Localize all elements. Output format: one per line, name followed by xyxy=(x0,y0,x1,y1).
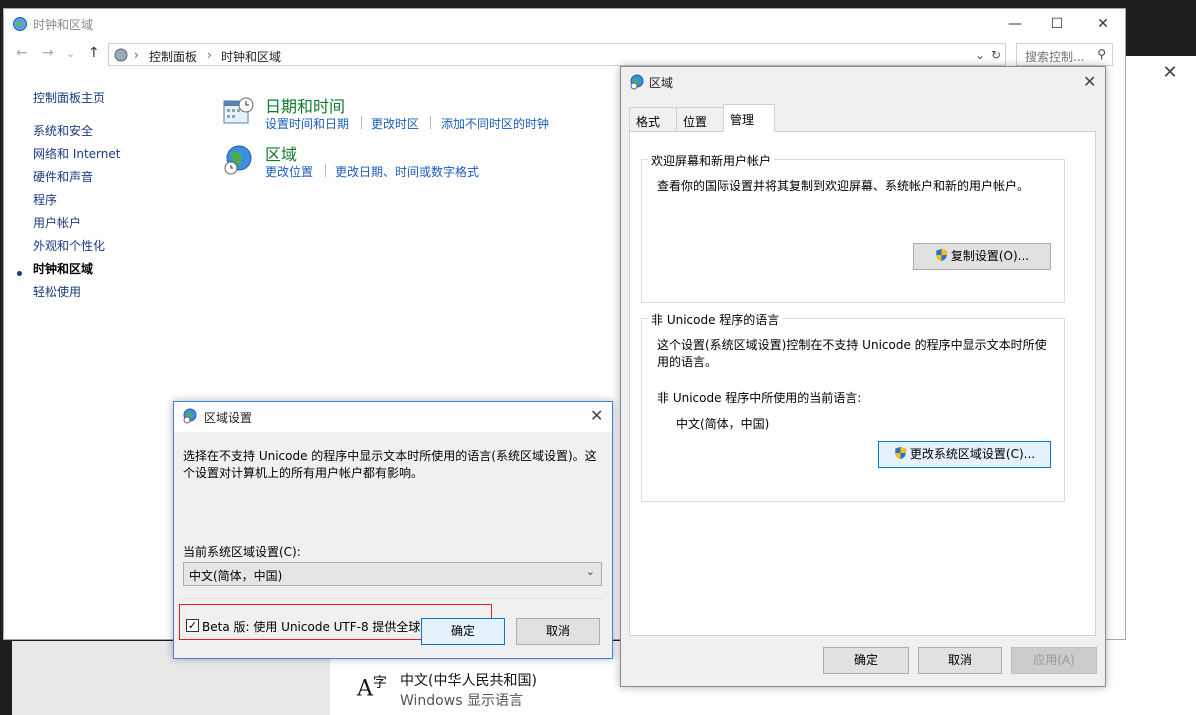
cancel-button[interactable]: 取消 xyxy=(516,618,600,645)
category-region-title[interactable]: 区域 xyxy=(265,141,297,165)
sidebar-item-network[interactable]: 网络和 Internet xyxy=(33,145,120,162)
group-label: 非 Unicode 程序的语言 xyxy=(648,311,783,328)
dialog-body: 选择在不支持 Unicode 的程序中显示文本时所使用的语言(系统区域设置)。这… xyxy=(174,432,612,658)
locale-select-value: 中文(简体，中国) xyxy=(189,569,283,583)
change-system-locale-label: 更改系统区域设置(C)... xyxy=(909,447,1036,461)
sidebar-item-appearance[interactable]: 外观和个性化 xyxy=(33,237,105,254)
breadcrumb-control-panel[interactable]: 控制面板 xyxy=(149,48,197,65)
sidebar-item-programs[interactable]: 程序 xyxy=(33,191,57,208)
close-icon[interactable]: ✕ xyxy=(1080,13,1126,35)
breadcrumb-clock-region[interactable]: 时钟和区域 xyxy=(221,48,281,65)
active-bullet-icon xyxy=(17,271,22,276)
link-separator xyxy=(361,116,362,129)
search-placeholder: 搜索控制... xyxy=(1025,50,1085,64)
current-locale-label: 当前系统区域设置(C): xyxy=(183,545,301,559)
address-bar[interactable]: › 控制面板 › 时钟和区域 ⌄ ↻ xyxy=(108,43,1006,66)
link-change-timezone[interactable]: 更改时区 xyxy=(371,115,419,132)
breadcrumb-separator-icon: › xyxy=(207,48,212,62)
sidebar-item-clock-region[interactable]: 时钟和区域 xyxy=(33,260,93,277)
current-language-value: 中文(简体，中国) xyxy=(676,417,770,431)
close-icon[interactable]: ✕ xyxy=(1083,72,1096,91)
address-dropdown-icon[interactable]: ⌄ xyxy=(975,48,985,62)
beta-utf8-checkbox[interactable]: ✓ xyxy=(186,619,199,632)
ok-button[interactable]: 确定 xyxy=(421,618,505,645)
link-change-formats[interactable]: 更改日期、时间或数字格式 xyxy=(335,163,479,180)
sidebar-item-system-security[interactable]: 系统和安全 xyxy=(33,122,93,139)
group-label: 欢迎屏幕和新用户帐户 xyxy=(648,152,775,169)
dialog-title: 区域 xyxy=(649,76,674,90)
search-icon: ⚲ xyxy=(1097,47,1106,61)
link-separator xyxy=(325,164,326,177)
link-separator xyxy=(430,116,431,129)
recent-dropdown-icon[interactable]: ⌄ xyxy=(66,47,75,60)
title-bar: 区域设置 ✕ xyxy=(174,402,612,432)
address-row: ← → ⌄ ↑ › 控制面板 › 时钟和区域 ⌄ ↻ 搜索控制... ⚲ xyxy=(4,43,1125,67)
clock-globe-icon xyxy=(13,17,27,31)
breadcrumb-separator-icon: › xyxy=(134,48,139,62)
dialog-title: 区域设置 xyxy=(204,411,253,425)
region-dialog-icon xyxy=(183,408,197,424)
language-icon: A字 xyxy=(357,675,387,702)
background-strip xyxy=(0,0,1196,8)
non-unicode-description-line1: 这个设置(系统区域设置)控制在不支持 Unicode 的程序中显示文本时所使 xyxy=(657,338,1047,352)
up-icon[interactable]: ↑ xyxy=(88,45,100,61)
chevron-down-icon: ⌄ xyxy=(585,565,595,578)
title-bar: 时钟和区域 — ☐ ✕ xyxy=(4,9,1125,39)
background-edge xyxy=(0,641,12,715)
link-set-time-date[interactable]: 设置时间和日期 xyxy=(265,115,349,132)
locale-select[interactable]: 中文(简体，中国) ⌄ xyxy=(183,562,602,586)
locale-description-line1: 选择在不支持 Unicode 的程序中显示文本时所使用的语言(系统区域设置)。这 xyxy=(183,449,597,463)
welcome-description: 查看你的国际设置并将其复制到欢迎屏幕、系统帐户和新的用户帐户。 xyxy=(657,179,1030,193)
maximize-icon[interactable]: ☐ xyxy=(1034,13,1080,35)
uac-shield-icon xyxy=(895,446,906,460)
tab-administrative[interactable]: 管理 xyxy=(723,104,775,132)
non-unicode-group: 非 Unicode 程序的语言 这个设置(系统区域设置)控制在不支持 Unico… xyxy=(641,311,1065,502)
cancel-button[interactable]: 取消 xyxy=(918,647,1002,674)
link-add-clocks[interactable]: 添加不同时区的时钟 xyxy=(441,115,549,132)
back-icon[interactable]: ← xyxy=(16,45,28,61)
region-globe-icon xyxy=(224,145,252,175)
category-date-time-title[interactable]: 日期和时间 xyxy=(265,93,345,117)
change-system-locale-button[interactable]: 更改系统区域设置(C)... xyxy=(878,441,1051,468)
control-panel-icon xyxy=(114,48,128,62)
tab-formats[interactable]: 格式 xyxy=(629,107,677,131)
refresh-icon[interactable]: ↻ xyxy=(991,48,1001,62)
non-unicode-description-line2: 用的语言。 xyxy=(657,355,718,369)
close-icon[interactable]: ✕ xyxy=(590,406,603,425)
language-subtitle: Windows 显示语言 xyxy=(400,693,523,709)
region-settings-dialog: 区域设置 ✕ 选择在不支持 Unicode 的程序中显示文本时所使用的语言(系统… xyxy=(173,401,613,659)
current-language-label: 非 Unicode 程序中所使用的当前语言: xyxy=(657,391,862,405)
settings-close-icon[interactable]: ✕ xyxy=(1160,62,1180,83)
forward-icon[interactable]: → xyxy=(42,45,54,61)
region-dialog: 区域 ✕ 格式 位置 管理 欢迎屏幕和新用户帐户 查看你的国际设置并将其复制到欢… xyxy=(620,66,1106,687)
search-input[interactable]: 搜索控制... ⚲ xyxy=(1016,43,1113,66)
copy-settings-button[interactable]: 复制设置(O)... xyxy=(913,243,1051,270)
sidebar-item-ease-of-access[interactable]: 轻松使用 xyxy=(33,283,81,300)
tab-location[interactable]: 位置 xyxy=(676,107,724,131)
admin-tab-panel: 欢迎屏幕和新用户帐户 查看你的国际设置并将其复制到欢迎屏幕、系统帐户和新的用户帐… xyxy=(629,131,1096,636)
sidebar-item-user-accounts[interactable]: 用户帐户 xyxy=(33,214,81,231)
link-change-location[interactable]: 更改位置 xyxy=(265,163,313,180)
window-title: 时钟和区域 xyxy=(33,18,94,32)
language-name: 中文(中华人民共和国) xyxy=(400,673,537,689)
calendar-clock-icon xyxy=(223,97,254,124)
sidebar-item-hardware[interactable]: 硬件和声音 xyxy=(33,168,93,185)
copy-settings-label: 复制设置(O)... xyxy=(950,249,1030,263)
locale-description: 选择在不支持 Unicode 的程序中显示文本时所使用的语言(系统区域设置)。这… xyxy=(183,448,603,482)
ok-button[interactable]: 确定 xyxy=(823,647,909,674)
apply-button[interactable]: 应用(A) xyxy=(1011,647,1097,674)
uac-shield-icon xyxy=(936,248,947,262)
welcome-screen-group: 欢迎屏幕和新用户帐户 查看你的国际设置并将其复制到欢迎屏幕、系统帐户和新的用户帐… xyxy=(641,152,1065,303)
sidebar-home[interactable]: 控制面板主页 xyxy=(33,89,105,106)
locale-description-line2: 个设置对计算机上的所有用户帐户都有影响。 xyxy=(183,466,424,480)
region-dialog-icon xyxy=(630,74,644,90)
minimize-icon[interactable]: — xyxy=(992,13,1038,35)
divider xyxy=(183,598,603,599)
